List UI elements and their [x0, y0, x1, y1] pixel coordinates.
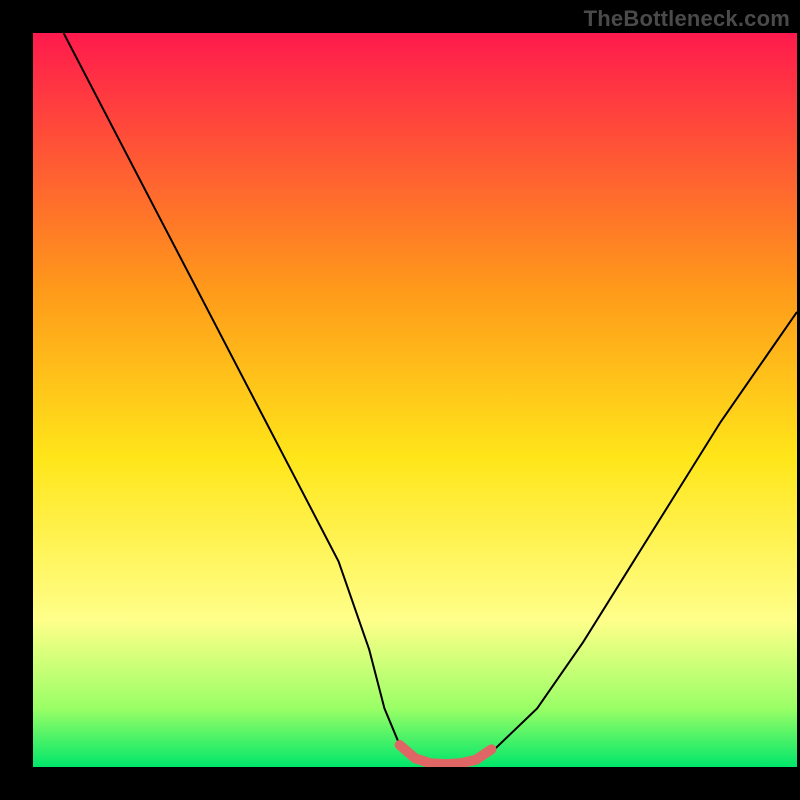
watermark-text: TheBottleneck.com: [584, 6, 790, 32]
bottleneck-curve: [64, 33, 797, 767]
curve-layer: [33, 33, 797, 767]
optimal-range-markers: [400, 745, 492, 764]
plot-area-clip: [33, 33, 797, 767]
plot-area: [33, 33, 797, 767]
chart-frame: TheBottleneck.com: [0, 0, 800, 800]
